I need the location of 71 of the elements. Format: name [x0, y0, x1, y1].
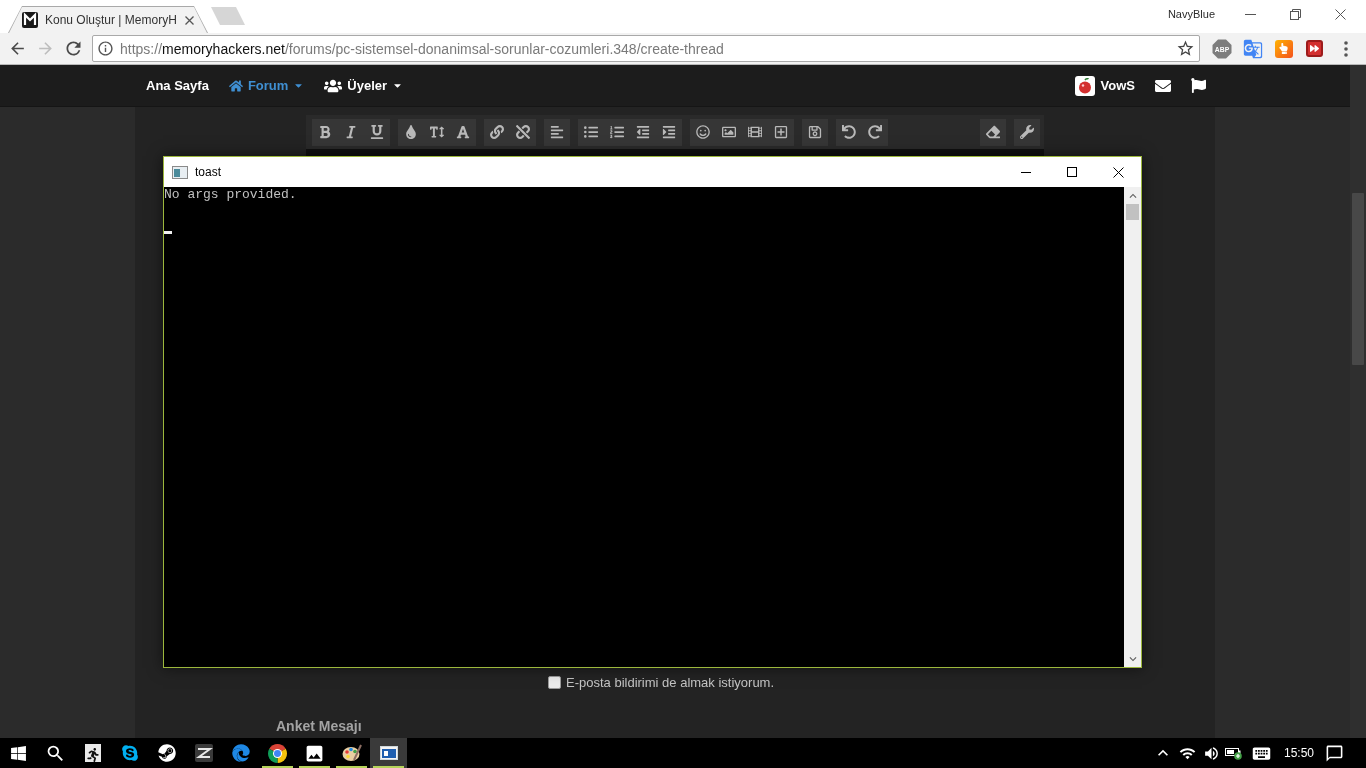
battery-icon[interactable] — [1225, 746, 1243, 760]
url-text: https://memoryhackers.net/forums/pc-sistemsel-donanimsal-sorunlar-cozumleri.348/create-thread — [120, 40, 725, 57]
align-left-icon — [550, 125, 564, 139]
runner-icon — [84, 744, 101, 762]
translate-icon — [1242, 38, 1263, 59]
close-icon — [1112, 166, 1124, 178]
fast-forward-icon — [1306, 40, 1323, 57]
minimize-icon — [1021, 171, 1031, 173]
menu-icon — [1343, 40, 1348, 57]
info-icon — [97, 40, 114, 57]
scrollbar-thumb[interactable] — [1352, 193, 1364, 365]
indent-icon — [662, 125, 676, 139]
wrench-icon — [1020, 125, 1034, 139]
bookmark-button[interactable] — [1176, 39, 1195, 58]
star-icon — [1176, 39, 1195, 58]
window-title: toast — [195, 165, 221, 179]
notification-icon[interactable] — [1324, 743, 1344, 763]
windows-icon — [10, 744, 27, 762]
chrome-icon — [268, 743, 287, 763]
outdent-icon — [636, 125, 650, 139]
italic-icon — [344, 125, 358, 139]
edge-icon — [231, 744, 250, 762]
hand-pointer-icon — [1274, 39, 1293, 58]
bold-icon — [318, 125, 332, 139]
link-icon — [490, 125, 504, 139]
scrollbar-thumb[interactable] — [1126, 204, 1139, 220]
clock-time[interactable]: 15:50 — [1284, 746, 1314, 760]
user-link[interactable]: VowS — [1074, 75, 1135, 96]
smiley-icon — [696, 125, 710, 139]
minimize-icon — [1245, 14, 1256, 15]
droplet-icon — [404, 125, 418, 139]
checkbox[interactable] — [548, 675, 561, 689]
checkbox-label: E-posta bildirimi de almak istiyorum. — [566, 674, 775, 690]
avatar-icon — [1074, 75, 1095, 96]
redo-icon — [868, 125, 882, 139]
profile-name[interactable]: NavyBlue — [1167, 8, 1215, 20]
image-icon — [722, 125, 736, 139]
flag-icon[interactable] — [1191, 78, 1206, 93]
bulleted-list-icon — [584, 125, 598, 139]
home-icon — [228, 78, 243, 93]
window-icon — [172, 165, 188, 179]
unlink-icon — [516, 125, 530, 139]
font-icon — [456, 125, 470, 139]
palette-icon — [341, 744, 362, 762]
taskbar-app-button[interactable] — [370, 738, 407, 768]
close-icon — [185, 15, 194, 25]
undo-icon — [842, 125, 856, 139]
section-heading: Anket Mesajı — [276, 718, 362, 734]
envelope-icon[interactable] — [1155, 77, 1171, 94]
restore-icon — [1290, 9, 1301, 20]
page-scrollbar[interactable] — [1350, 65, 1366, 738]
film-icon — [748, 125, 762, 139]
console-output: No args provided. — [164, 187, 297, 203]
numbered-list-icon — [610, 125, 624, 139]
window-icon — [379, 746, 398, 760]
underline-icon — [370, 125, 384, 139]
text-height-icon — [430, 125, 444, 139]
nav-link[interactable]: Üyeler — [324, 76, 404, 95]
tab-close-button[interactable] — [185, 15, 194, 25]
maximize-icon — [1067, 167, 1077, 177]
eraser-icon — [986, 125, 1000, 139]
console-scrollbar[interactable] — [1124, 187, 1141, 667]
steam-icon — [157, 744, 176, 762]
favicon-icon — [22, 12, 38, 28]
nav-link[interactable]: Ana Sayfa — [146, 78, 209, 93]
browser-tab[interactable]: Konu Oluştur | MemoryH — [8, 6, 208, 33]
nav-link[interactable]: Forum — [228, 78, 305, 93]
address-bar[interactable]: https://memoryhackers.net/forums/pc-sistemsel-donanimsal-sorunlar-cozumleri.348/create-thread — [92, 35, 1200, 62]
striped-logo-icon — [194, 744, 213, 762]
close-icon — [1335, 9, 1346, 20]
skype-icon — [120, 744, 139, 762]
